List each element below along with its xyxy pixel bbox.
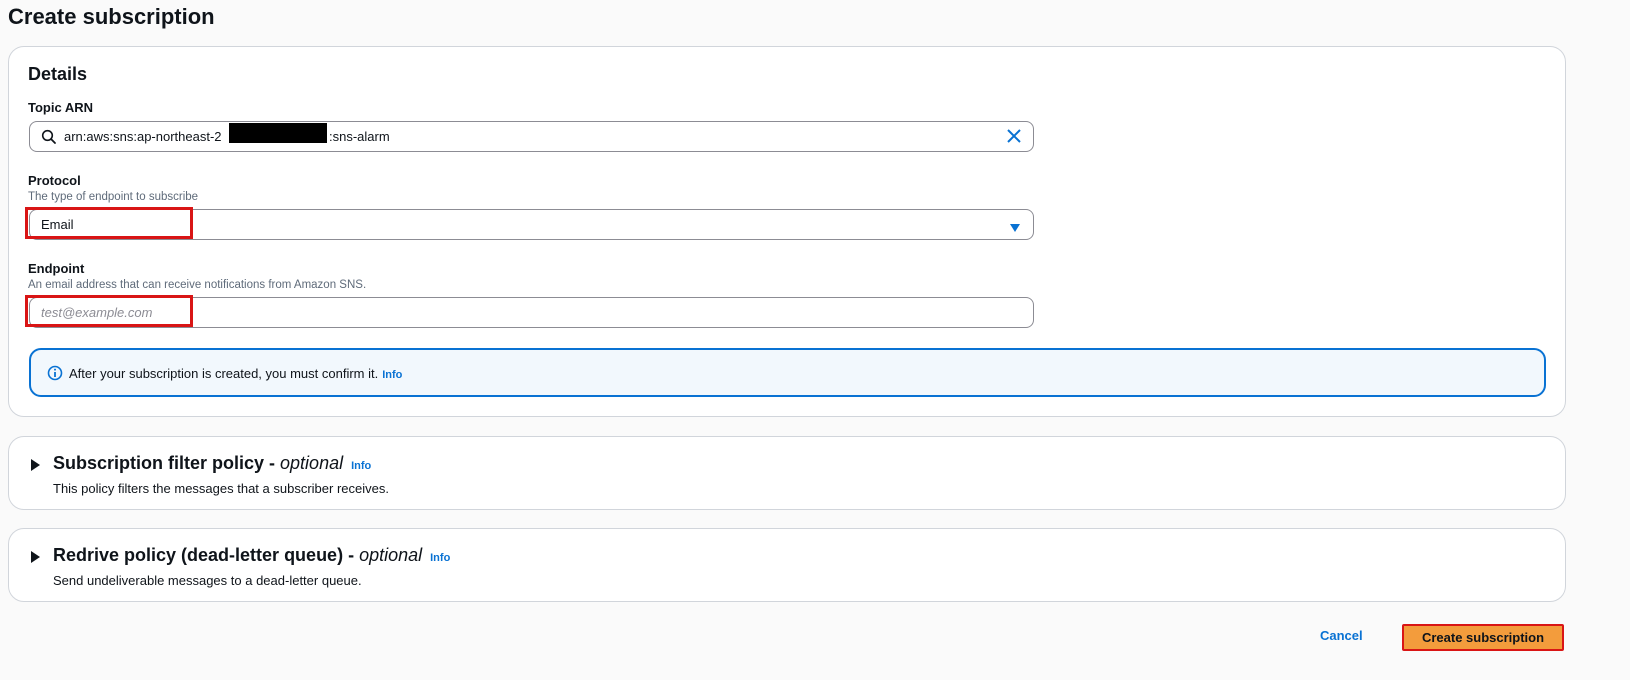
filter-policy-title-text: Subscription filter policy - — [53, 453, 281, 473]
protocol-description: The type of endpoint to subscribe — [28, 191, 199, 203]
protocol-label: Protocol — [28, 173, 81, 188]
clear-icon[interactable] — [1006, 128, 1022, 149]
confirm-alert: After your subscription is created, you … — [29, 348, 1546, 397]
filter-policy-title: Subscription filter policy - optional Inf… — [53, 453, 371, 474]
filter-policy-optional: optional — [280, 453, 344, 473]
redrive-policy-description: Send undeliverable messages to a dead-le… — [53, 573, 362, 588]
cancel-button[interactable]: Cancel — [1320, 628, 1363, 643]
expand-caret-icon[interactable] — [31, 551, 40, 563]
redrive-policy-info-link[interactable]: Info — [430, 552, 450, 564]
info-circle-icon — [47, 365, 63, 386]
page-title: Create subscription — [8, 4, 215, 29]
topic-arn-label: Topic ARN — [28, 100, 93, 115]
endpoint-description: An email address that can receive notifi… — [28, 279, 367, 291]
redrive-policy-optional: optional — [359, 545, 423, 565]
filter-policy-description: This policy filters the messages that a … — [53, 481, 389, 496]
create-subscription-button[interactable]: Create subscription — [1402, 624, 1564, 651]
redrive-policy-panel[interactable]: Redrive policy (dead-letter queue) - opt… — [8, 528, 1566, 602]
redacted-account-id — [229, 123, 327, 143]
redrive-policy-title-text: Redrive policy (dead-letter queue) - — [53, 545, 360, 565]
search-icon — [41, 129, 57, 150]
protocol-highlight — [25, 207, 193, 239]
details-panel: Details Topic ARN arn:aws:sns:ap-northea… — [8, 46, 1566, 417]
endpoint-highlight — [25, 295, 193, 327]
caret-down-icon — [1009, 220, 1021, 238]
filter-policy-panel[interactable]: Subscription filter policy - optional Inf… — [8, 436, 1566, 510]
alert-info-link[interactable]: Info — [382, 369, 402, 381]
expand-caret-icon[interactable] — [31, 459, 40, 471]
alert-message: After your subscription is created, you … — [69, 366, 402, 381]
topic-arn-suffix: :sns-alarm — [329, 129, 390, 144]
redrive-policy-title: Redrive policy (dead-letter queue) - opt… — [53, 545, 450, 566]
topic-arn-prefix: arn:aws:sns:ap-northeast-2 — [64, 129, 222, 144]
filter-policy-info-link[interactable]: Info — [351, 460, 371, 472]
endpoint-label: Endpoint — [28, 261, 85, 276]
details-heading: Details — [28, 64, 88, 84]
alert-text: After your subscription is created, you … — [69, 366, 379, 381]
topic-arn-input[interactable]: arn:aws:sns:ap-northeast-2 :sns-alarm — [29, 121, 1034, 152]
